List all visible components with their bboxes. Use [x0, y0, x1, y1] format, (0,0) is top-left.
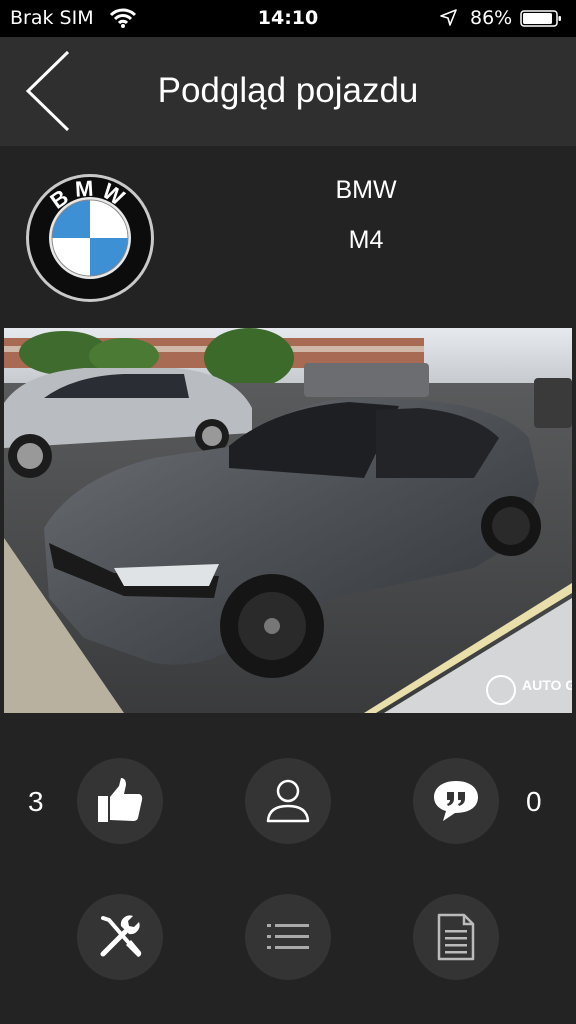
location-arrow-icon: [440, 9, 457, 26]
status-bar: Brak SIM 14:10 86%: [0, 0, 576, 37]
like-button[interactable]: [77, 758, 163, 844]
list-icon: [267, 924, 309, 949]
speech-bubble-icon: [434, 781, 478, 821]
owner-profile-button[interactable]: [245, 758, 331, 844]
photo-watermark: AUTO GESPOT: [522, 677, 572, 693]
document-button[interactable]: [413, 894, 499, 980]
wrench-screwdriver-icon: [100, 915, 142, 957]
bmw-logo: BMW: [26, 174, 154, 302]
comments-button[interactable]: [413, 758, 499, 844]
details-list-button[interactable]: [245, 894, 331, 980]
document-icon: [437, 913, 475, 961]
vehicle-model: M4: [348, 226, 384, 254]
vehicle-make: BMW: [335, 176, 397, 204]
vehicle-photo: AUTO GESPOT: [4, 328, 572, 713]
battery-percent: 86%: [470, 7, 513, 29]
navigation-bar: Podgląd pojazdu: [0, 37, 576, 146]
thumbs-up-icon: [98, 778, 143, 822]
page-title: Podgląd pojazdu: [157, 71, 419, 110]
battery-icon: [520, 10, 561, 27]
likes-count: 3: [28, 786, 44, 817]
comments-count: 0: [526, 786, 542, 817]
service-button[interactable]: [77, 894, 163, 980]
user-icon: [266, 779, 310, 823]
